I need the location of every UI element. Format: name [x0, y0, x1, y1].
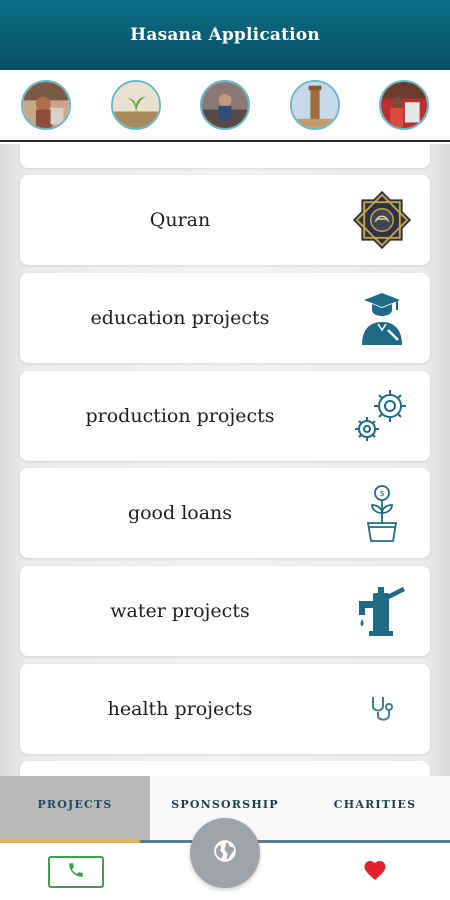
- app-title: Hasana Application: [130, 25, 320, 45]
- category-card-water[interactable]: water projects: [20, 566, 430, 656]
- svg-text:$: $: [379, 489, 384, 498]
- quran-icon: [352, 188, 412, 252]
- category-card-production[interactable]: production projects: [20, 371, 430, 461]
- story-thumbnail-2[interactable]: [110, 80, 161, 130]
- category-label: Quran: [149, 209, 211, 231]
- category-card-partial[interactable]: [20, 144, 430, 168]
- heart-icon: [363, 859, 387, 885]
- phone-icon: [67, 861, 85, 883]
- tab-charities[interactable]: CHARITIES: [300, 776, 450, 842]
- app-bar: Hasana Application: [0, 0, 450, 70]
- graduate-icon: [352, 286, 412, 350]
- money-plant-icon: $: [352, 481, 412, 545]
- tab-projects[interactable]: PROJECTS: [0, 776, 150, 842]
- category-card-health[interactable]: health projects: [20, 664, 430, 754]
- call-button[interactable]: [48, 856, 104, 888]
- category-label: education projects: [90, 307, 270, 329]
- story-strip[interactable]: [0, 70, 450, 142]
- globe-icon: [212, 838, 238, 868]
- story-thumbnail-1[interactable]: [21, 80, 71, 130]
- category-card-good-loans[interactable]: good loans $: [20, 468, 430, 558]
- stethoscope-icon: [352, 677, 412, 741]
- story-thumbnail-4[interactable]: [289, 80, 340, 130]
- water-pump-icon: [352, 579, 412, 643]
- story-thumbnail-5[interactable]: [379, 80, 429, 130]
- category-label: health projects: [107, 698, 253, 720]
- category-label: good loans: [127, 502, 233, 524]
- gears-icon: [352, 384, 412, 448]
- story-thumbnail-3[interactable]: [200, 80, 250, 130]
- category-list[interactable]: Quran education projects production proj…: [0, 144, 450, 776]
- category-card-partial[interactable]: [20, 761, 430, 776]
- category-label: production projects: [85, 405, 275, 427]
- favorites-button[interactable]: [362, 860, 388, 884]
- category-card-quran[interactable]: Quran: [20, 175, 430, 265]
- category-label: water projects: [110, 600, 250, 622]
- globe-button[interactable]: [190, 818, 260, 888]
- category-card-education[interactable]: education projects: [20, 273, 430, 363]
